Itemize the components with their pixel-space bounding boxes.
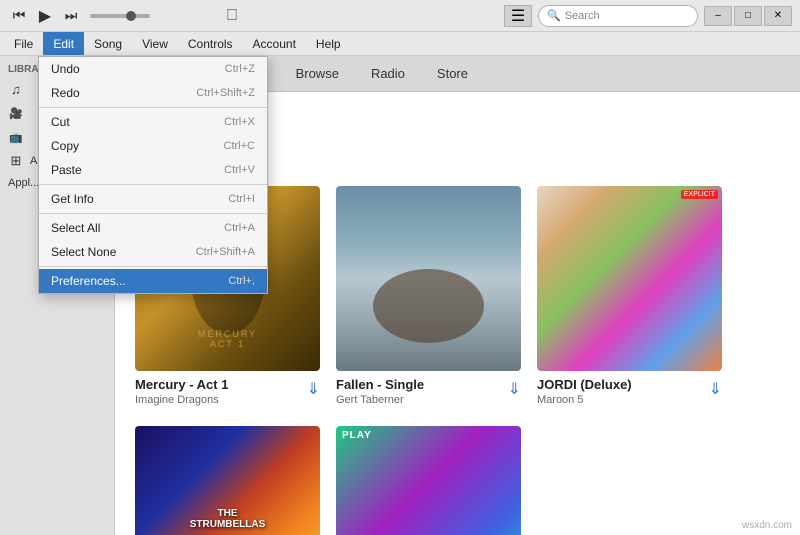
album-art-jordi: EXPLICIT [537,186,722,371]
volume-slider[interactable] [90,14,150,18]
tab-store[interactable]: Store [421,60,484,87]
movie-icon: 🎥 [8,105,24,121]
search-box[interactable]: 🔍 Search [538,5,698,27]
menu-help[interactable]: Help [306,32,351,55]
separator-2 [39,184,267,185]
album-art-play: PLAY [336,426,521,535]
menu-paste[interactable]: Paste Ctrl+V [39,158,267,182]
rewind-button[interactable]: ⏮ [8,5,30,27]
watermark: wsxdn.com [742,520,792,531]
play-button[interactable]: ▶ [34,5,56,27]
search-icon: 🔍 [547,9,561,22]
album-card-strumbellas[interactable]: THESTRUMBELLAS [135,426,320,535]
playback-section: ⏮ ▶ ⏭  [8,5,238,27]
album-art-strumbellas: THESTRUMBELLAS [135,426,320,535]
menu-redo[interactable]: Redo Ctrl+Shift+Z [39,81,267,105]
menu-controls[interactable]: Controls [178,32,243,55]
album-info-fallen: Fallen - Single Gert Taberner ⇓ [336,377,521,406]
menu-preferences[interactable]: Preferences... Ctrl+, [39,269,267,293]
separator-1 [39,107,267,108]
download-icon-fallen[interactable]: ⇓ [508,379,521,399]
menu-file[interactable]: File [4,32,43,55]
album-text-fallen: Fallen - Single Gert Taberner [336,377,508,406]
album-grid-row2: THESTRUMBELLAS PLAY [135,426,780,535]
apple-logo:  [226,7,238,25]
separator-3 [39,213,267,214]
menu-cut[interactable]: Cut Ctrl+X [39,110,267,134]
album-artist-fallen: Gert Taberner [336,394,508,406]
playback-controls: ⏮ ▶ ⏭ [8,5,82,27]
album-card-play[interactable]: PLAY [336,426,521,535]
close-button[interactable]: ✕ [764,6,792,26]
download-icon-jordi[interactable]: ⇓ [709,379,722,399]
menu-undo[interactable]: Undo Ctrl+Z [39,57,267,81]
minimize-button[interactable]: – [704,6,732,26]
album-artist-jordi: Maroon 5 [537,394,709,406]
music-icon: ♫ [8,81,24,97]
forward-button[interactable]: ⏭ [60,5,82,27]
menu-selectnone[interactable]: Select None Ctrl+Shift+A [39,240,267,264]
menu-getinfo[interactable]: Get Info Ctrl+I [39,187,267,211]
list-icon: ☰ [511,6,525,26]
album-info-mercury: Mercury - Act 1 Imagine Dragons ⇓ [135,377,320,406]
menu-edit[interactable]: Edit [43,32,84,55]
tab-browse[interactable]: Browse [280,60,355,87]
search-placeholder: Search [565,10,600,22]
menu-bar: File Edit Song View Controls Account Hel… [0,32,800,56]
album-card-jordi[interactable]: EXPLICIT JORDI (Deluxe) Maroon 5 ⇓ [537,186,722,406]
download-icon-mercury[interactable]: ⇓ [307,379,320,399]
album-title-mercury: Mercury - Act 1 [135,377,307,392]
album-text-mercury: Mercury - Act 1 Imagine Dragons [135,377,307,406]
album-title-jordi: JORDI (Deluxe) [537,377,709,392]
album-art-fallen [336,186,521,371]
album-card-fallen[interactable]: Fallen - Single Gert Taberner ⇓ [336,186,521,406]
menu-account[interactable]: Account [243,32,306,55]
separator-4 [39,266,267,267]
menu-selectall[interactable]: Select All Ctrl+A [39,216,267,240]
list-view-button[interactable]: ☰ [504,5,532,27]
album-info-jordi: JORDI (Deluxe) Maroon 5 ⇓ [537,377,722,406]
sidebar-appl-label: Appl... [8,177,39,189]
tv-icon: 📺 [8,129,24,145]
menu-view[interactable]: View [132,32,178,55]
maximize-button[interactable]: □ [734,6,762,26]
edit-dropdown-menu: Undo Ctrl+Z Redo Ctrl+Shift+Z Cut Ctrl+X… [38,56,268,294]
title-bar: ⏮ ▶ ⏭  ☰ 🔍 Search – □ ✕ [0,0,800,32]
menu-copy[interactable]: Copy Ctrl+C [39,134,267,158]
apps-icon: ⊞ [8,153,24,169]
window-controls: – □ ✕ [704,6,792,26]
album-title-fallen: Fallen - Single [336,377,508,392]
album-text-jordi: JORDI (Deluxe) Maroon 5 [537,377,709,406]
tab-radio[interactable]: Radio [355,60,421,87]
album-artist-mercury: Imagine Dragons [135,394,307,406]
menu-song[interactable]: Song [84,32,132,55]
volume-thumb [126,11,136,21]
